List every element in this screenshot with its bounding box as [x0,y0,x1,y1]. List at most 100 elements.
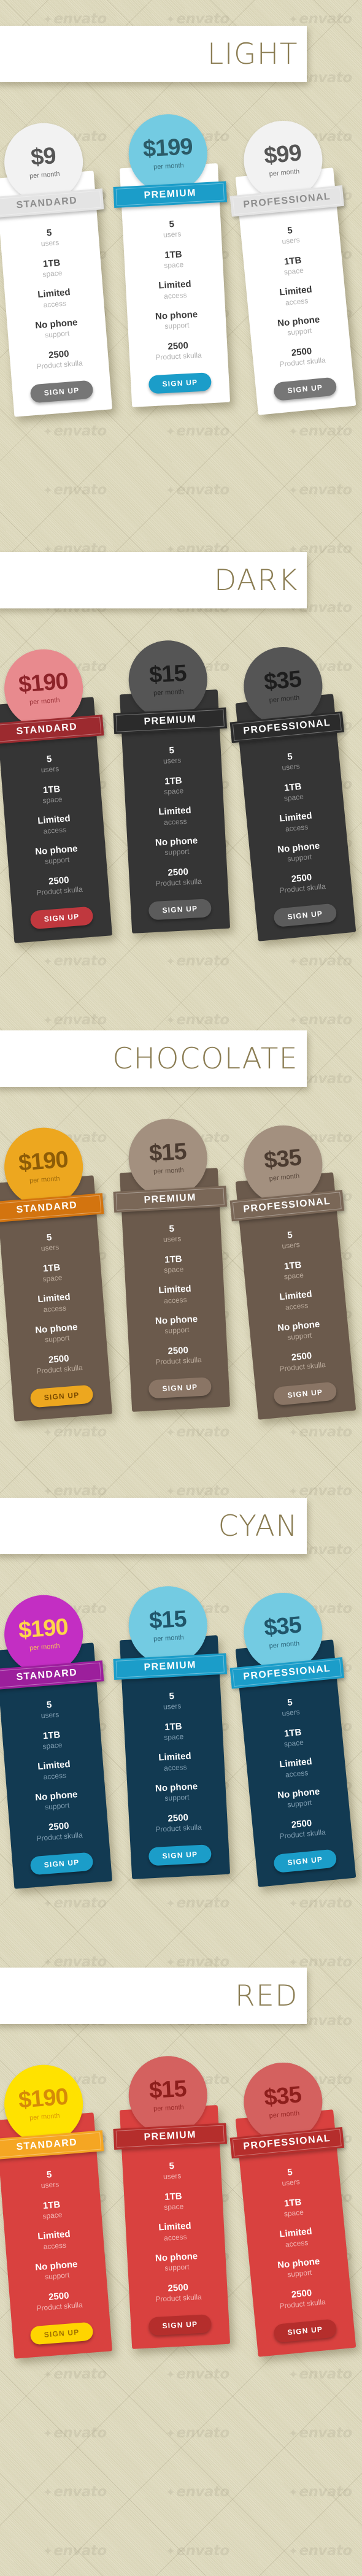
plan-name-label: PREMIUM [144,1659,197,1673]
section-title: LIGHT [207,37,298,71]
plan-card-professional[interactable]: $35 per month PROFESSIONAL 5 users 1TB space Li… [229,643,356,941]
feature-row: Limited access [130,799,220,834]
feature-row: 5 users [127,2153,217,2188]
plan-card-professional[interactable]: $35 per month PROFESSIONAL 5 users 1TB space Li… [229,1122,356,1420]
envato-watermark: envato [166,2543,229,2559]
feature-row: 1TB space [129,1246,218,1281]
signup-wrap: SIGN UP [17,2312,108,2358]
price-period: per month [269,1172,300,1183]
price-amount: $9 [29,143,57,171]
price-period: per month [153,1166,184,1176]
section-title: DARK [214,563,298,597]
plan-card-group-light: $9 per month STANDARD 5 users 1TB space Limited… [0,112,362,509]
plan-card-premium[interactable]: $15 per month PREMIUM 5 users 1TB space Limited… [113,1117,231,1413]
signup-button[interactable]: SIGN UP [29,380,94,404]
plan-card-professional[interactable]: $35 per month PROFESSIONAL 5 users 1TB space Li… [229,1589,356,1887]
plan-name-label: PROFESSIONAL [242,1663,331,1682]
price-amount: $190 [17,1147,69,1177]
signup-wrap: SIGN UP [260,894,351,941]
plan-card-professional[interactable]: $35 per month PROFESSIONAL 5 users 1TB space Li… [229,2059,356,2357]
price-period: per month [269,2109,300,2120]
price-amount: $15 [148,1606,187,1635]
envato-watermark: envato [43,11,107,27]
plan-card-standard[interactable]: $190 per month STANDARD 5 users 1TB space Limit… [0,1592,113,1889]
plan-card-group-chocolate: $190 per month STANDARD 5 users 1TB space Limit… [0,1117,362,1514]
price-amount: $99 [263,140,302,170]
plan-card-premium[interactable]: $199 per month PREMIUM 5 users 1TB space Limite… [113,112,231,408]
feature-row: No phone support [132,1774,221,1809]
feature-row: Limited access [130,1744,220,1779]
section-title: RED [234,1979,298,2013]
signup-wrap: SIGN UP [260,367,351,415]
plan-card-standard[interactable]: $190 per month STANDARD 5 users 1TB space Limit… [0,2061,113,2359]
feature-row: 2500 Product skulla [133,1338,223,1373]
envato-watermark: envato [288,2484,352,2500]
plan-name-label: STANDARD [15,2137,78,2153]
price-period: per month [153,2103,184,2113]
envato-watermark: envato [43,2543,107,2559]
signup-wrap: SIGN UP [260,1372,351,1420]
signup-wrap: SIGN UP [135,1368,225,1411]
price-amount: $15 [148,661,187,689]
envato-watermark: envato [166,11,229,27]
signup-wrap: SIGN UP [17,370,108,416]
section-title: CYAN [218,1509,298,1543]
plan-card-standard[interactable]: $190 per month STANDARD 5 users 1TB space Limit… [0,646,113,943]
price-period: per month [29,1175,60,1185]
feature-row: No phone support [132,1307,221,1342]
price-period: per month [29,170,60,180]
plan-card-premium[interactable]: $15 per month PREMIUM 5 users 1TB space Limited… [113,638,231,934]
signup-button[interactable]: SIGN UP [273,1381,337,1406]
feature-row: 1TB space [129,1714,218,1749]
plan-card-standard[interactable]: $190 per month STANDARD 5 users 1TB space Limit… [0,1124,113,1422]
signup-button[interactable]: SIGN UP [273,1849,337,1874]
signup-button[interactable]: SIGN UP [148,1377,212,1399]
plan-name-label: PROFESSIONAL [242,2133,331,2152]
plan-name-label: PROFESSIONAL [242,1195,331,1215]
plan-name-label: STANDARD [15,1667,78,1683]
feature-row: 5 users [127,1683,217,1718]
signup-button[interactable]: SIGN UP [273,2318,337,2344]
plan-name-label: STANDARD [15,721,78,737]
section-banner-chocolate: CHOCOLATE [0,1030,307,1087]
signup-button[interactable]: SIGN UP [148,372,212,394]
signup-button[interactable]: SIGN UP [148,899,212,921]
plan-name-label: PREMIUM [144,713,197,727]
signup-button[interactable]: SIGN UP [29,906,94,930]
signup-button[interactable]: SIGN UP [29,2321,94,2345]
price-period: per month [29,2112,60,2122]
feature-row: 1TB space [129,242,218,277]
envato-watermark: envato [288,11,352,27]
plan-card-group-dark: $190 per month STANDARD 5 users 1TB space Limit… [0,638,362,1035]
signup-button[interactable]: SIGN UP [273,903,337,928]
plan-card-group-cyan: $190 per month STANDARD 5 users 1TB space Limit… [0,1584,362,1981]
price-period: per month [153,161,184,171]
plan-name-label: PREMIUM [144,2129,197,2143]
signup-button[interactable]: SIGN UP [273,377,337,402]
price-amount: $35 [263,2082,302,2112]
plan-card-standard[interactable]: $9 per month STANDARD 5 users 1TB space Limited… [0,120,113,417]
plan-card-professional[interactable]: $99 per month PROFESSIONAL 5 users 1TB space Li… [229,117,356,415]
price-period: per month [269,167,300,178]
feature-row: 2500 Product skulla [133,2275,223,2310]
signup-button[interactable]: SIGN UP [29,1852,94,1876]
price-period: per month [269,694,300,704]
signup-wrap: SIGN UP [17,897,108,943]
plan-card-premium[interactable]: $15 per month PREMIUM 5 users 1TB space Limited… [113,1584,231,1880]
price-period: per month [29,696,60,707]
signup-wrap: SIGN UP [135,363,225,407]
signup-button[interactable]: SIGN UP [148,1844,212,1866]
signup-wrap: SIGN UP [135,1835,225,1879]
plan-name-label: PROFESSIONAL [242,717,331,737]
signup-button[interactable]: SIGN UP [29,1384,94,1408]
feature-row: No phone support [132,302,221,337]
price-period: per month [153,688,184,697]
signup-wrap: SIGN UP [260,2309,351,2357]
price-amount: $190 [17,1614,69,1644]
plan-card-premium[interactable]: $15 per month PREMIUM 5 users 1TB space Limited… [113,2054,231,2350]
section-banner-light: LIGHT [0,26,307,82]
plan-name-label: STANDARD [15,195,78,211]
signup-wrap: SIGN UP [135,889,225,933]
price-period: per month [153,1633,184,1643]
signup-button[interactable]: SIGN UP [148,2314,212,2336]
